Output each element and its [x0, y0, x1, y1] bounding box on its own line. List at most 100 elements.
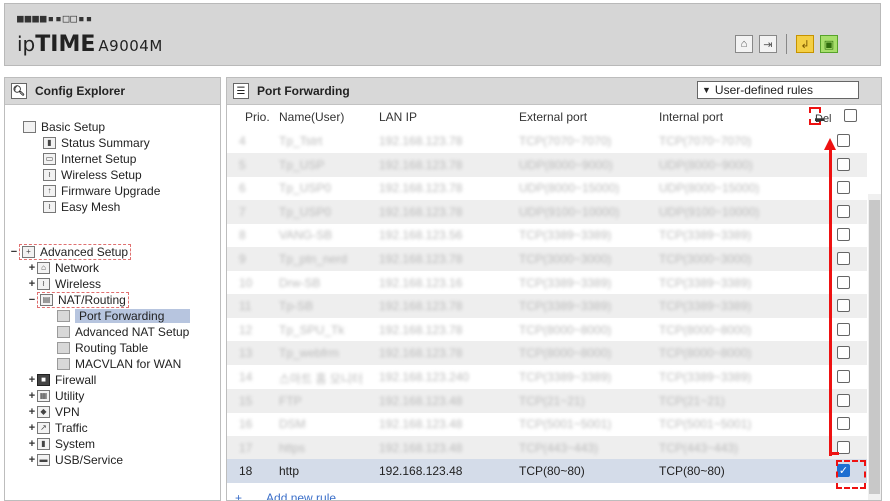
table-row[interactable]: 13 Tp_webfrm 192.168.123.78 TCP(8000~8000) T…	[227, 341, 867, 366]
tree-advanced-setup[interactable]: − + Advanced Setup	[9, 243, 132, 260]
table-row[interactable]: 16 DSM 192.168.123.48 TCP(5001~5001) TCP(500…	[227, 412, 867, 436]
rule-filter-value: User-defined rules	[714, 83, 813, 97]
col-name: Name(User)	[279, 110, 345, 124]
bar-chart-icon: ▮	[43, 136, 56, 149]
network-icon: ⌂	[37, 261, 50, 274]
tree-firmware-upgrade[interactable]: ↑ Firmware Upgrade	[43, 183, 160, 198]
home-icon[interactable]: ⌂	[735, 35, 753, 53]
cell-external-port: TCP(7070~7070)	[519, 134, 612, 148]
expand-icon[interactable]: +	[27, 406, 37, 418]
expand-icon[interactable]: +	[27, 454, 37, 466]
row-delete-checkbox[interactable]	[837, 157, 850, 171]
row-delete-checkbox[interactable]	[837, 181, 850, 195]
row-delete-checkbox[interactable]	[837, 393, 850, 407]
delete-button[interactable]: ▬ Del	[809, 107, 832, 125]
expand-icon[interactable]: +	[27, 278, 37, 290]
tree-advanced-nat-setup[interactable]: Advanced NAT Setup	[57, 324, 189, 339]
tree-wireless-setup[interactable]: ≀ Wireless Setup	[43, 167, 142, 182]
tree-network[interactable]: + ⌂ Network	[27, 260, 99, 275]
rule-filter-select[interactable]: ▼ User-defined rules	[697, 81, 859, 99]
row-delete-checkbox[interactable]	[837, 252, 850, 265]
tree-basic-setup[interactable]: Basic Setup	[23, 119, 105, 134]
table-row[interactable]: 5 Tp_USP 192.168.123.78 UDP(8000~9000) UDP(8…	[227, 152, 867, 177]
cell-name: Tp_webfrm	[279, 346, 340, 361]
tree-internet-setup[interactable]: ▭ Internet Setup	[43, 151, 136, 166]
tree-status-summary[interactable]: ▮ Status Summary	[43, 135, 150, 150]
logout-icon[interactable]: ⇥	[759, 35, 777, 53]
table-row[interactable]: 4 Tp_Tstrt 192.168.123.78 TCP(7070~7070) TCP…	[227, 129, 867, 153]
cell-name: Tp_ptn_nerd	[279, 252, 348, 266]
config-explorer-title: Config Explorer	[35, 84, 126, 98]
tree-usb-service[interactable]: + ▬ USB/Service	[27, 452, 123, 467]
cell-lan-ip: 192.168.123.48	[379, 440, 463, 455]
tree-easy-mesh[interactable]: ≀ Easy Mesh	[43, 199, 120, 214]
expand-icon[interactable]: +	[27, 262, 37, 274]
cell-lan-ip: 192.168.123.78	[379, 134, 463, 148]
cell-name: Tp_USP	[279, 157, 325, 172]
cell-lan-ip: 192.168.123.56	[379, 228, 463, 243]
row-delete-checkbox[interactable]	[837, 228, 850, 242]
cell-prio: 5	[239, 157, 246, 172]
table-row[interactable]: 7 Tp_USP0 192.168.123.78 UDP(9100~10000) UDP…	[227, 199, 867, 224]
tree-utility[interactable]: + ▦ Utility	[27, 388, 85, 403]
select-all-checkbox[interactable]	[844, 109, 857, 122]
row-delete-checkbox[interactable]	[837, 346, 850, 360]
row-delete-checkbox[interactable]	[837, 370, 850, 383]
cell-name: VANG-SB	[279, 228, 333, 243]
table-row[interactable]: 17 https 192.168.123.48 TCP(443~443) TCP(443…	[227, 435, 867, 460]
annotation-highlight-box	[836, 460, 866, 489]
row-delete-checkbox[interactable]	[837, 134, 850, 147]
expand-icon[interactable]: +	[27, 422, 37, 434]
cell-lan-ip: 192.168.123.240	[379, 370, 470, 384]
tree-routing-table[interactable]: Routing Table	[57, 340, 148, 355]
tree-wireless[interactable]: + ≀ Wireless	[27, 276, 101, 291]
row-delete-checkbox[interactable]	[837, 322, 850, 336]
tree-vpn[interactable]: + ◆ VPN	[27, 404, 80, 419]
cell-internal-port: TCP(443~443)	[659, 440, 739, 455]
system-icon: ▮	[37, 437, 50, 450]
expand-icon[interactable]: +	[27, 438, 37, 450]
scrollbar-thumb[interactable]	[869, 200, 880, 494]
tree-port-forwarding[interactable]: Port Forwarding	[57, 308, 190, 323]
row-delete-checkbox[interactable]	[837, 417, 850, 431]
cell-internal-port: TCP(5001~5001)	[659, 417, 752, 432]
table-row[interactable]: 6 Tp_USP0 192.168.123.78 UDP(8000~15000) UDP…	[227, 176, 867, 200]
collapse-icon[interactable]: −	[9, 246, 19, 258]
cell-external-port: TCP(443~443)	[519, 440, 599, 455]
tree-firewall[interactable]: + ■ Firewall	[27, 372, 97, 387]
page-icon	[57, 357, 70, 370]
row-delete-checkbox[interactable]	[837, 275, 850, 289]
table-row[interactable]: 12 Tp_SPU_Tk 192.168.123.78 TCP(8000~8000) T…	[227, 318, 867, 342]
table-row[interactable]: 9 Tp_ptn_nerd 192.168.123.78 TCP(3000~3000)…	[227, 247, 867, 271]
table-row[interactable]: 18 http 192.168.123.48 TCP(80~80) TCP(80~80)…	[227, 459, 867, 484]
table-row[interactable]: 15 FTP 192.168.123.48 TCP(21~21) TCP(21~21)	[227, 388, 867, 413]
tree-traffic[interactable]: + ↗ Traffic	[27, 420, 88, 435]
table-header: Prio. Name(User) LAN IP External port In…	[227, 106, 867, 128]
restore-icon[interactable]: ↲	[796, 35, 814, 53]
table-scrollbar[interactable]	[868, 194, 881, 500]
table-row[interactable]: 11 Tp-SB 192.168.123.78 TCP(3389~3389) TCP(3…	[227, 294, 867, 319]
cell-lan-ip: 192.168.123.78	[379, 157, 463, 172]
cell-lan-ip: 192.168.123.78	[379, 181, 463, 196]
wifi-icon: ≀	[37, 277, 50, 290]
brand-main: TIME	[35, 32, 96, 57]
cell-prio: 6	[239, 181, 246, 196]
tree-nat-routing[interactable]: − ▤ NAT/Routing	[27, 291, 129, 308]
collapse-icon[interactable]: −	[27, 294, 37, 306]
tree-macvlan-for-wan[interactable]: MACVLAN for WAN	[57, 356, 181, 371]
app-header: ■■■■▪▪□□▪▪ ipTIME A9004M ⌂ ⇥ ↲ ▣	[4, 3, 881, 66]
add-new-rule-link[interactable]: + Add new rule	[235, 491, 336, 500]
row-delete-checkbox[interactable]	[837, 299, 850, 313]
expand-icon[interactable]: +	[27, 374, 37, 386]
cell-internal-port: UDP(8000~9000)	[659, 157, 753, 172]
cell-lan-ip: 192.168.123.78	[379, 204, 463, 219]
expand-icon[interactable]: +	[27, 390, 37, 402]
table-row[interactable]: 8 VANG-SB 192.168.123.56 TCP(3389~3389) TCP(…	[227, 223, 867, 247]
tree-system[interactable]: + ▮ System	[27, 436, 95, 451]
row-delete-checkbox[interactable]	[837, 204, 850, 218]
table-row[interactable]: 14 스마트 홈 모니터 192.168.123.240 TCP(3389~3389)…	[227, 365, 867, 389]
save-icon[interactable]: ▣	[820, 35, 838, 53]
cell-prio: 14	[239, 370, 253, 384]
col-external-port: External port	[519, 110, 588, 124]
table-row[interactable]: 10 Drw-SB 192.168.123.16 TCP(3389~3389) TCP(…	[227, 271, 867, 295]
